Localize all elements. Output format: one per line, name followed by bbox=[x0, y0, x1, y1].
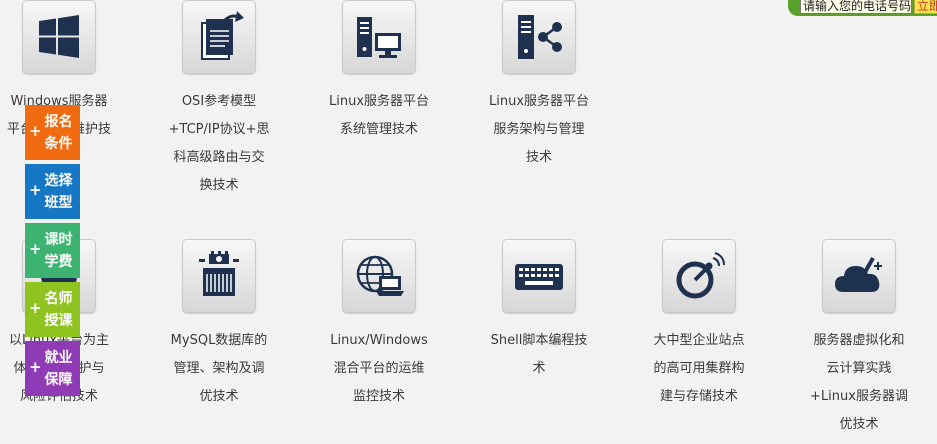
windows-logo-icon bbox=[39, 15, 79, 58]
plus-icon: + bbox=[29, 122, 42, 140]
course-tile-windows[interactable] bbox=[22, 0, 96, 74]
server-share-icon bbox=[518, 15, 562, 59]
course-tile-osi[interactable] bbox=[182, 0, 256, 74]
course-title-osi[interactable]: OSI参考模型 +TCP/IP协议+思 科高级路由与交 换技术 bbox=[154, 88, 284, 200]
course-title-linux-system[interactable]: Linux服务器平台 系统管理技术 bbox=[314, 88, 444, 144]
plus-icon: + bbox=[29, 181, 42, 199]
keyboard-icon bbox=[515, 264, 563, 290]
course-tile-monitoring[interactable] bbox=[342, 239, 416, 313]
satellite-dish-icon bbox=[676, 252, 725, 299]
side-nav-class-type[interactable]: + 选择 班型 bbox=[25, 164, 80, 219]
course-title-monitoring[interactable]: Linux/Windows 混合平台的运维 监控技术 bbox=[314, 327, 444, 411]
document-export-icon bbox=[201, 11, 244, 60]
course-tile-shell[interactable] bbox=[502, 239, 576, 313]
globe-laptop-icon bbox=[356, 255, 404, 296]
side-nav-employment[interactable]: + 就业 保障 bbox=[25, 341, 80, 396]
course-tile-virtualization[interactable] bbox=[822, 239, 896, 313]
course-title-shell[interactable]: Shell脚本编程技 术 bbox=[474, 327, 604, 383]
course-tile-linux-service[interactable] bbox=[502, 0, 576, 74]
course-title-virtualization[interactable]: 服务器虚拟化和 云计算实践 +Linux服务器调 优技术 bbox=[794, 327, 924, 439]
plus-icon: + bbox=[29, 240, 42, 258]
database-chip-icon bbox=[199, 251, 239, 296]
course-title-mysql[interactable]: MySQL数据库的 管理、架构及调 优技术 bbox=[154, 327, 284, 411]
course-tile-cluster[interactable] bbox=[662, 239, 736, 313]
plus-icon: + bbox=[29, 358, 42, 376]
course-tile-linux-system[interactable] bbox=[342, 0, 416, 74]
course-tile-mysql[interactable] bbox=[182, 239, 256, 313]
plus-icon: + bbox=[29, 299, 42, 317]
course-title-cluster[interactable]: 大中型企业站点 的高可用集群构 建与存储技术 bbox=[634, 327, 764, 411]
phone-submit-button[interactable]: 立即 bbox=[914, 0, 937, 14]
phone-input[interactable]: 请输入您的电话号码 bbox=[800, 0, 912, 14]
side-nav-schedule-fees[interactable]: + 课时 学费 bbox=[25, 223, 80, 278]
side-nav-teachers[interactable]: + 名师 授课 bbox=[25, 282, 80, 337]
server-monitor-icon bbox=[357, 17, 401, 58]
course-title-linux-service[interactable]: Linux服务器平台 服务架构与管理 技术 bbox=[474, 88, 604, 172]
cloud-edit-icon bbox=[835, 257, 882, 292]
side-nav-enroll-conditions[interactable]: + 报名 条件 bbox=[25, 105, 80, 160]
